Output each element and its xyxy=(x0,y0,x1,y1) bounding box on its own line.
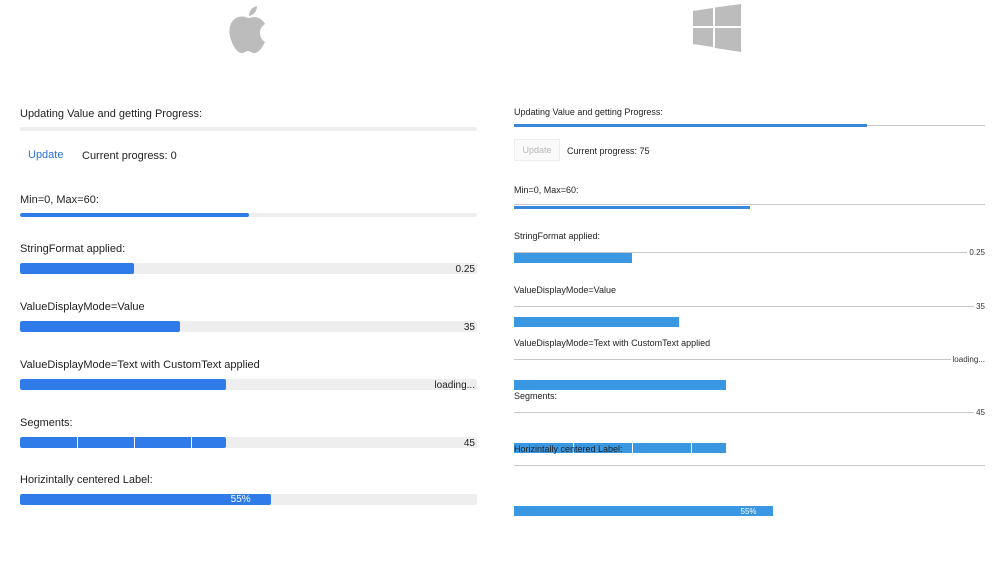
win-minmax-track xyxy=(514,204,985,205)
win-centered-track xyxy=(514,465,985,466)
mac-customtext-label: ValueDisplayMode=Text with CustomText ap… xyxy=(20,359,260,371)
mac-displayvalue-value: 35 xyxy=(463,322,475,333)
mac-stringformat-label: StringFormat applied: xyxy=(20,243,126,255)
mac-displayvalue-label: ValueDisplayMode=Value xyxy=(20,301,145,313)
windows-icon xyxy=(693,4,741,52)
segment-divider xyxy=(77,437,78,448)
win-displayvalue-value: 35 xyxy=(974,302,985,311)
win-update-button[interactable]: Update xyxy=(514,139,560,161)
win-updating-label: Updating Value and getting Progress: xyxy=(514,107,663,117)
mac-updating-label: Updating Value and getting Progress: xyxy=(20,108,203,120)
win-stringformat-fill xyxy=(514,253,632,263)
win-stringformat-value: 0.25 xyxy=(967,248,985,257)
segment-divider xyxy=(134,437,135,448)
win-displayvalue-label: ValueDisplayMode=Value xyxy=(514,285,616,295)
mac-customtext-fill xyxy=(20,379,226,390)
win-displayvalue-track xyxy=(514,306,985,307)
apple-icon xyxy=(229,6,265,54)
mac-minmax-progress xyxy=(20,213,477,217)
win-displayvalue-fill xyxy=(514,317,679,327)
mac-current-progress: Current progress: 0 xyxy=(82,150,177,162)
win-minmax-fill xyxy=(514,206,750,209)
windows-panel: Updating Value and getting Progress: Upd… xyxy=(514,0,985,516)
mac-stringformat-value: 0.25 xyxy=(455,264,475,275)
mac-displayvalue-fill xyxy=(20,321,180,332)
segment-divider xyxy=(632,443,633,453)
mac-update-button[interactable]: Update xyxy=(28,149,63,161)
mac-centered-fill: 55% xyxy=(20,494,272,505)
mac-stringformat-fill xyxy=(20,263,135,274)
win-customtext-fill xyxy=(514,380,726,390)
mac-segments-fill xyxy=(20,437,226,448)
win-customtext-value: loading... xyxy=(950,355,985,364)
win-minmax-label: Min=0, Max=60: xyxy=(514,185,579,195)
win-segments-label: Segments: xyxy=(514,391,558,401)
mac-minmax-label: Min=0, Max=60: xyxy=(20,194,99,206)
win-segments-value: 45 xyxy=(974,408,985,417)
win-current-progress: Current progress: 75 xyxy=(567,146,650,156)
mac-updating-progress xyxy=(20,127,477,131)
mac-segments-label: Segments: xyxy=(20,417,73,429)
win-updating-fill xyxy=(514,124,868,127)
segment-divider xyxy=(191,437,192,448)
mac-segments-value: 45 xyxy=(463,438,475,449)
win-centered-label: Horizintally centered Label: xyxy=(514,444,623,454)
mac-customtext-value: loading... xyxy=(434,380,475,391)
win-centered-value: 55% xyxy=(740,506,757,516)
win-customtext-track xyxy=(514,359,985,360)
mac-centered-progress: 55% xyxy=(20,494,477,505)
mac-minmax-fill xyxy=(20,213,249,217)
mac-centered-label: Horizintally centered Label: xyxy=(20,474,153,486)
mac-centered-value: 55% xyxy=(230,494,251,505)
segment-divider xyxy=(691,443,692,453)
win-centered-fill: 55% xyxy=(514,506,774,516)
win-segments-track xyxy=(514,412,985,413)
win-stringformat-label: StringFormat applied: xyxy=(514,231,601,241)
win-customtext-label: ValueDisplayMode=Text with CustomText ap… xyxy=(514,338,711,348)
